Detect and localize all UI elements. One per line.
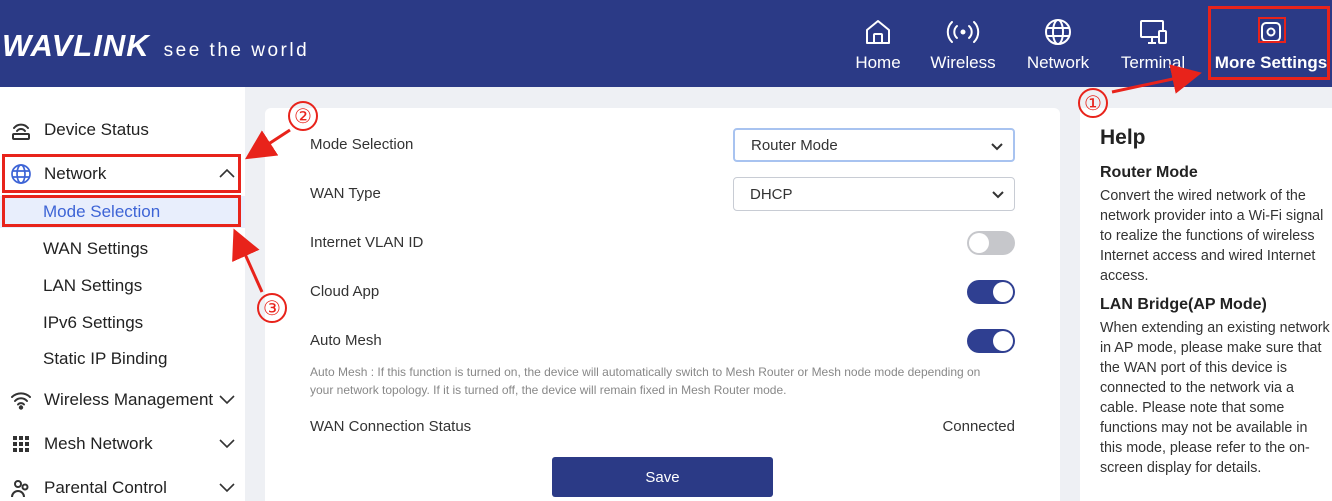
- callout-number-1: ①: [1078, 88, 1108, 118]
- nav-home-label: Home: [855, 53, 901, 72]
- wan-type-select[interactable]: DHCP: [733, 177, 1015, 211]
- chevron-down-icon: [218, 478, 236, 498]
- help-heading-lan-bridge: LAN Bridge(AP Mode): [1100, 296, 1267, 313]
- sidebar-item-label: Device Status: [44, 120, 149, 139]
- router-icon: [10, 119, 32, 141]
- auto-mesh-toggle[interactable]: [967, 329, 1015, 353]
- callout-number-2: ②: [288, 101, 318, 131]
- callout-box-network: [2, 154, 241, 193]
- wan-type-label: WAN Type: [310, 185, 381, 202]
- sidebar-sub-lan-settings[interactable]: LAN Settings: [0, 276, 245, 300]
- sidebar-item-label: Wireless Management: [44, 390, 214, 409]
- brand-tagline: see the world: [163, 40, 310, 61]
- chevron-down-icon: [992, 191, 1004, 199]
- globe-icon: [1045, 19, 1071, 45]
- sidebar-sub-ipv6-settings[interactable]: IPv6 Settings: [0, 313, 245, 337]
- sidebar-item-parental-control[interactable]: Parental Control: [0, 476, 245, 500]
- grid-icon: [10, 433, 32, 455]
- home-icon: [866, 20, 890, 44]
- sidebar-sub-static-ip-binding[interactable]: Static IP Binding: [0, 349, 245, 373]
- monitor-icon: [1140, 20, 1167, 44]
- sidebar-sub-wan-settings[interactable]: WAN Settings: [0, 239, 245, 263]
- chevron-down-icon: [991, 143, 1003, 151]
- internet-vlan-label: Internet VLAN ID: [310, 234, 424, 251]
- internet-vlan-toggle[interactable]: [967, 231, 1015, 255]
- nav-wireless[interactable]: Wireless: [928, 0, 998, 87]
- nav-wireless-label: Wireless: [930, 53, 996, 72]
- wifi-icon: [10, 389, 32, 411]
- wan-type-value: DHCP: [750, 185, 793, 203]
- toggle-knob: [993, 282, 1013, 302]
- save-button[interactable]: Save: [552, 457, 773, 497]
- nav-home[interactable]: Home: [852, 0, 904, 87]
- chevron-down-icon: [218, 390, 236, 410]
- sidebar-item-device-status[interactable]: Device Status: [0, 118, 245, 142]
- auto-mesh-label: Auto Mesh: [310, 332, 382, 349]
- callout-box-mode-selection: [2, 195, 241, 227]
- help-title: Help: [1100, 126, 1146, 149]
- auto-mesh-note: Auto Mesh : If this function is turned o…: [310, 365, 981, 397]
- callout-box-gear: [1258, 17, 1286, 43]
- top-header: WAVLINK see the world Home Wireless Netw…: [0, 0, 1332, 87]
- mode-selection-label: Mode Selection: [310, 136, 414, 153]
- wan-status-value: Connected: [942, 418, 1015, 435]
- nav-terminal[interactable]: Terminal: [1118, 0, 1188, 87]
- wan-status-label: WAN Connection Status: [310, 418, 472, 435]
- mode-selection-value: Router Mode: [751, 136, 838, 154]
- toggle-knob: [969, 233, 989, 253]
- brand-logo: WAVLINK see the world: [2, 28, 309, 64]
- nav-network[interactable]: Network: [1022, 0, 1094, 87]
- settings-card: [265, 108, 1060, 501]
- toggle-knob: [993, 331, 1013, 351]
- sidebar-item-wireless-management[interactable]: Wireless Management: [0, 388, 245, 412]
- brand-name: WAVLINK: [2, 28, 150, 63]
- help-panel: Help Router Mode Convert the wired netwo…: [1080, 108, 1332, 501]
- wireless-signal-icon: [946, 21, 980, 43]
- cloud-app-toggle[interactable]: [967, 280, 1015, 304]
- cloud-app-label: Cloud App: [310, 283, 380, 300]
- help-text-lan-bridge: When extending an existing network in AP…: [1100, 320, 1330, 476]
- mode-selection-select[interactable]: Router Mode: [733, 128, 1015, 162]
- sidebar-item-label: Mesh Network: [44, 434, 153, 453]
- chevron-down-icon: [218, 434, 236, 454]
- sidebar-item-mesh-network[interactable]: Mesh Network: [0, 432, 245, 456]
- nav-terminal-label: Terminal: [1120, 53, 1186, 72]
- callout-number-3: ③: [257, 293, 287, 323]
- nav-network-label: Network: [1026, 53, 1090, 72]
- parental-icon: [10, 477, 32, 499]
- help-text-router-mode: Convert the wired network of the network…: [1100, 188, 1324, 284]
- help-heading-router-mode: Router Mode: [1100, 164, 1198, 181]
- sidebar-item-label: Parental Control: [44, 478, 167, 497]
